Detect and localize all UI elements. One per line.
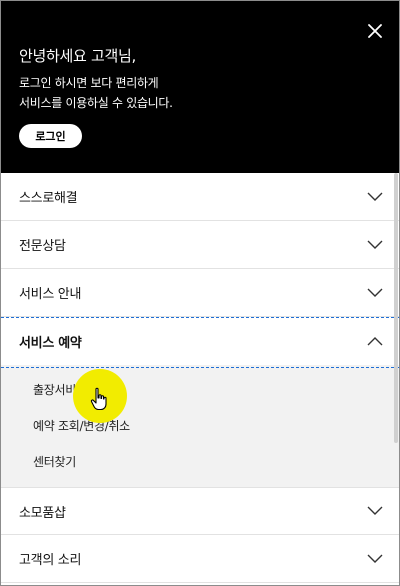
chevron-down-icon	[367, 554, 383, 563]
greeting-text: 안녕하세요 고객님,	[19, 47, 136, 65]
login-prompt-line1: 로그인 하시면 보다 편리하게	[19, 76, 159, 90]
chevron-down-icon	[367, 240, 383, 249]
login-prompt-line2: 서비스를 이용하실 수 있습니다.	[19, 96, 173, 110]
menu-item-label: 스스로해결	[19, 191, 78, 206]
menu-item-label: 전문상담	[19, 239, 66, 254]
menu-item-service-reservation[interactable]: 서비스 예약	[1, 317, 399, 365]
mobile-menu-panel: 안녕하세요 고객님, 로그인 하시면 보다 편리하게 서비스를 이용하실 수 있…	[0, 0, 400, 586]
menu-header: 안녕하세요 고객님, 로그인 하시면 보다 편리하게 서비스를 이용하실 수 있…	[1, 1, 399, 173]
menu-list: 스스로해결 전문상담 서비스 안내 서비스 예약 출장서비스 예약 예약 조회/…	[1, 173, 399, 583]
menu-item-consultation[interactable]: 전문상담	[1, 221, 399, 269]
login-prompt: 로그인 하시면 보다 편리하게 서비스를 이용하실 수 있습니다.	[19, 73, 173, 113]
chevron-down-icon	[367, 506, 383, 515]
menu-item-label: 서비스 예약	[19, 335, 82, 351]
menu-item-consumables-shop[interactable]: 소모품샵	[1, 487, 399, 535]
chevron-down-icon	[367, 288, 383, 297]
menu-item-service-guide[interactable]: 서비스 안내	[1, 269, 399, 317]
menu-item-self-help[interactable]: 스스로해결	[1, 173, 399, 221]
login-button[interactable]: 로그인	[19, 124, 82, 148]
menu-item-customer-voice[interactable]: 고객의 소리	[1, 535, 399, 583]
submenu-service-reservation: 출장서비스 예약 예약 조회/변경/취소 센터찾기	[1, 365, 399, 487]
scrollbar[interactable]	[394, 173, 398, 443]
menu-item-label: 고객의 소리	[19, 553, 82, 568]
submenu-item-reservation-manage[interactable]: 예약 조회/변경/취소	[1, 407, 399, 443]
menu-item-label: 서비스 안내	[19, 287, 82, 302]
submenu-item-find-center[interactable]: 센터찾기	[1, 443, 399, 479]
menu-item-label: 소모품샵	[19, 505, 66, 521]
submenu-item-onsite-reservation[interactable]: 출장서비스 예약	[1, 371, 399, 407]
close-icon	[368, 24, 382, 38]
close-button[interactable]	[365, 21, 385, 41]
chevron-up-icon	[367, 337, 383, 346]
chevron-down-icon	[367, 192, 383, 201]
